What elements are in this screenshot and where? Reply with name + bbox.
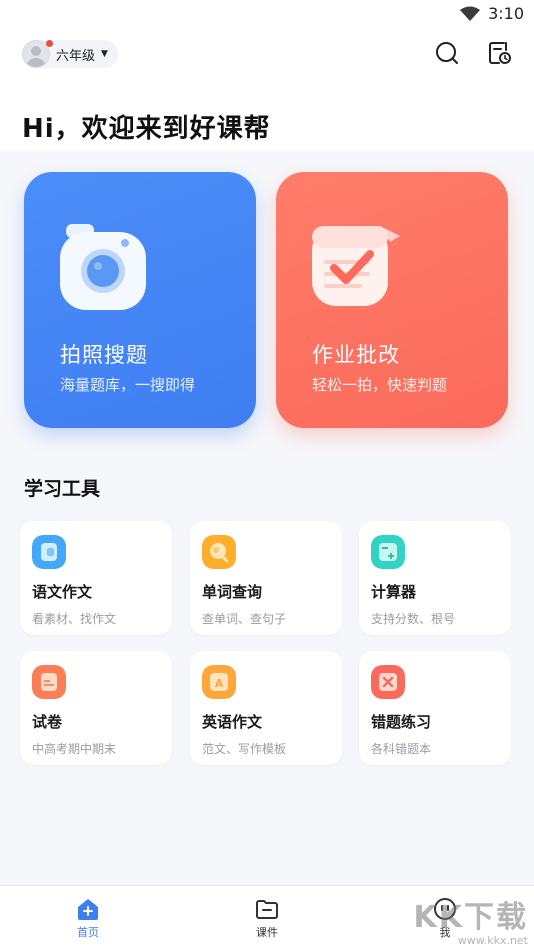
tool-calculator[interactable]: 计算器 支持分数、根号 xyxy=(359,521,511,635)
nav-label: 首页 xyxy=(77,926,99,939)
camera-icon xyxy=(60,224,146,310)
card-subtitle: 海量题库，一搜即得 xyxy=(60,376,196,394)
tool-chinese-essay[interactable]: 语文作文 看素材、找作文 xyxy=(20,521,172,635)
tool-desc: 支持分数、根号 xyxy=(371,612,456,626)
tool-mistake-practice[interactable]: 错题练习 各科错题本 xyxy=(359,651,511,765)
tool-desc: 范文、写作模板 xyxy=(202,742,287,756)
tool-name: 语文作文 xyxy=(32,583,93,601)
search-icon[interactable] xyxy=(434,40,460,66)
tool-desc: 中高考期中期末 xyxy=(32,742,117,756)
watermark-url: www.kkx.net xyxy=(457,934,528,947)
greeting: Hi，欢迎来到好课帮 xyxy=(22,114,271,144)
search-word-icon xyxy=(202,535,236,569)
wifi-icon xyxy=(460,6,481,21)
status-right: 3:10 xyxy=(460,4,524,23)
book-icon xyxy=(32,535,66,569)
tool-name: 英语作文 xyxy=(202,713,263,731)
tool-desc: 查单词、查句子 xyxy=(202,612,287,626)
svg-text:A: A xyxy=(215,677,224,690)
watermark-logo: KK下载 xyxy=(413,900,528,935)
history-icon[interactable] xyxy=(486,40,512,66)
grade-selector[interactable]: 六年级 ▼ xyxy=(22,40,118,68)
status-bar: 3:10 xyxy=(0,0,534,30)
tool-name: 试卷 xyxy=(32,713,63,731)
homework-check-icon xyxy=(312,226,400,306)
grade-label: 六年级 xyxy=(56,48,96,64)
tool-name: 计算器 xyxy=(371,583,417,601)
english-essay-icon: A xyxy=(202,665,236,699)
calculator-icon xyxy=(371,535,405,569)
card-title: 作业批改 xyxy=(312,343,400,367)
mistake-icon xyxy=(371,665,405,699)
card-subtitle: 轻松一拍，快速判题 xyxy=(312,376,448,394)
card-title: 拍照搜题 xyxy=(60,343,148,367)
paper-icon xyxy=(32,665,66,699)
tool-word-lookup[interactable]: 单词查询 查单词、查句子 xyxy=(190,521,342,635)
top-icons xyxy=(434,40,512,66)
nav-label: 课件 xyxy=(256,926,278,939)
notification-dot xyxy=(46,40,53,47)
homework-correct-card[interactable]: 作业批改 轻松一拍，快速判题 xyxy=(276,172,508,428)
nav-courseware[interactable]: 课件 xyxy=(237,896,297,940)
watermark: KK下载 www.kkx.net xyxy=(413,900,529,948)
tool-exam-paper[interactable]: 试卷 中高考期中期末 xyxy=(20,651,172,765)
tool-name: 单词查询 xyxy=(202,583,263,601)
tool-name: 错题练习 xyxy=(371,713,432,731)
home-icon xyxy=(78,899,98,920)
courseware-icon xyxy=(256,900,278,919)
tool-desc: 看素材、找作文 xyxy=(32,612,117,626)
caret-down-icon: ▼ xyxy=(101,49,108,59)
tools-section-title: 学习工具 xyxy=(24,478,101,500)
top-bar: 六年级 ▼ xyxy=(0,30,534,90)
tool-desc: 各科错题本 xyxy=(371,742,432,756)
nav-home[interactable]: 首页 xyxy=(58,896,118,940)
photo-search-card[interactable]: 拍照搜题 海量题库，一搜即得 xyxy=(24,172,256,428)
status-time: 3:10 xyxy=(488,4,524,23)
tool-english-essay[interactable]: A 英语作文 范文、写作模板 xyxy=(190,651,342,765)
